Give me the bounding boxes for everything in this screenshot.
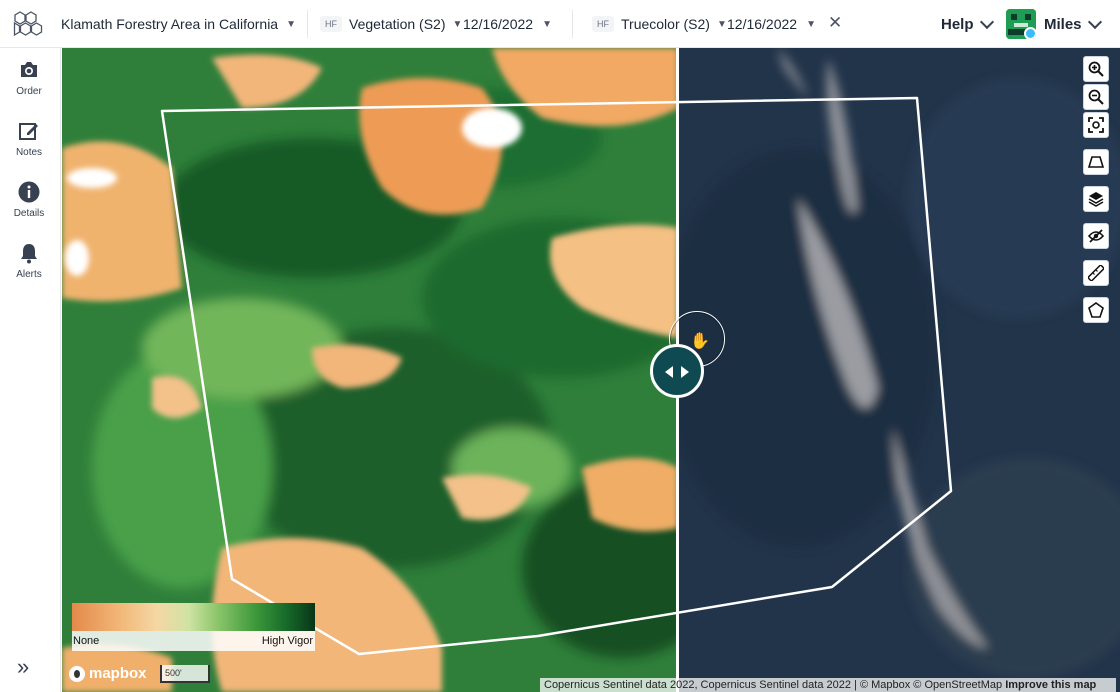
- sidebar-item-details[interactable]: Details: [0, 180, 58, 219]
- perspective-icon: [1088, 156, 1104, 168]
- improve-map-link[interactable]: Improve this map: [1005, 679, 1096, 691]
- layers-icon: [1088, 192, 1104, 207]
- sidebar-item-notes[interactable]: Notes: [0, 119, 58, 158]
- right-layer-date: 12/16/2022: [727, 16, 798, 32]
- polygon-draw-icon: [1088, 302, 1104, 318]
- zoom-out-icon: [1088, 89, 1104, 105]
- left-layer-selector[interactable]: HF Vegetation (S2) ▼: [320, 16, 462, 32]
- zoom-out-button[interactable]: [1083, 84, 1109, 110]
- right-layer-selector[interactable]: HF Truecolor (S2) ▼: [592, 16, 727, 32]
- sidebar: Order Notes Details Alerts »: [0, 48, 61, 692]
- fit-bounds-icon: [1088, 117, 1104, 133]
- left-layer-date: 12/16/2022: [463, 16, 534, 32]
- layer-badge: HF: [320, 16, 342, 32]
- map-view[interactable]: ✋: [62, 48, 1120, 692]
- area-name: Klamath Forestry Area in California: [61, 16, 279, 32]
- chevron-down-icon: [979, 14, 994, 30]
- sidebar-item-label: Order: [16, 86, 42, 97]
- arrow-left-icon: [665, 366, 673, 378]
- mapbox-icon: [69, 665, 85, 682]
- hand-cursor-icon: ✋: [690, 333, 710, 350]
- zoom-in-icon: [1088, 61, 1104, 77]
- avatar: [1006, 9, 1036, 39]
- layers-button[interactable]: [1083, 186, 1109, 212]
- help-menu[interactable]: Help: [941, 14, 994, 33]
- scale-bar: 500': [160, 665, 210, 683]
- user-name: Miles: [1044, 15, 1082, 33]
- sidebar-item-label: Notes: [15, 147, 43, 158]
- perspective-button[interactable]: [1083, 149, 1109, 175]
- swipe-handle[interactable]: [650, 344, 704, 398]
- left-layer-name: Vegetation (S2): [349, 16, 446, 32]
- sidebar-item-alerts[interactable]: Alerts: [0, 241, 58, 280]
- legend-max-label: High Vigor: [261, 635, 313, 647]
- right-layer-name: Truecolor (S2): [621, 16, 710, 32]
- sidebar-item-label: Details: [13, 208, 45, 219]
- layer-badge: HF: [592, 16, 614, 32]
- help-label: Help: [941, 16, 974, 33]
- ruler-icon: [1088, 265, 1104, 281]
- right-date-selector[interactable]: 12/16/2022 ▼: [727, 16, 816, 32]
- info-icon: [18, 181, 40, 203]
- arrow-right-icon: [681, 366, 689, 378]
- area-selector[interactable]: Klamath Forestry Area in California ▼: [61, 16, 296, 32]
- vegetation-legend: None High Vigor: [72, 603, 315, 651]
- draw-polygon-button[interactable]: [1083, 297, 1109, 323]
- fit-bounds-button[interactable]: [1083, 112, 1109, 138]
- legend-color-ramp: [72, 603, 315, 631]
- divider: [572, 10, 573, 38]
- left-date-selector[interactable]: 12/16/2022 ▼: [463, 16, 552, 32]
- sidebar-item-label: Alerts: [16, 269, 42, 280]
- caret-down-icon: ▼: [542, 18, 552, 30]
- camera-icon: [21, 62, 37, 77]
- online-status-icon: [1024, 27, 1036, 39]
- caret-down-icon: ▼: [716, 18, 727, 30]
- app-logo-icon[interactable]: [12, 11, 44, 37]
- double-chevron-right-icon[interactable]: »: [17, 654, 29, 680]
- mapbox-logo[interactable]: mapbox: [69, 665, 147, 682]
- caret-down-icon: ▼: [286, 18, 296, 30]
- vegetation-map[interactable]: [62, 48, 678, 692]
- close-compare-icon[interactable]: ✕: [828, 13, 842, 33]
- top-bar: Klamath Forestry Area in California ▼ HF…: [0, 0, 1120, 48]
- attribution-text: Copernicus Sentinel data 2022, Copernicu…: [544, 679, 1003, 691]
- edit-icon: [19, 123, 38, 140]
- hide-layer-button[interactable]: [1083, 223, 1109, 249]
- truecolor-map[interactable]: [678, 48, 1120, 692]
- bell-icon: [21, 244, 37, 264]
- user-menu[interactable]: Miles: [1006, 9, 1102, 39]
- caret-down-icon: ▼: [806, 18, 816, 30]
- divider: [307, 10, 308, 38]
- chevron-down-icon: [1087, 14, 1102, 29]
- caret-down-icon: ▼: [452, 18, 463, 30]
- hide-icon: [1088, 229, 1104, 243]
- sidebar-item-order[interactable]: Order: [0, 58, 58, 97]
- map-attribution: Copernicus Sentinel data 2022, Copernicu…: [540, 678, 1116, 692]
- legend-min-label: None: [73, 635, 100, 647]
- mapbox-logo-text: mapbox: [89, 665, 147, 682]
- zoom-in-button[interactable]: [1083, 56, 1109, 82]
- measure-button[interactable]: [1083, 260, 1109, 286]
